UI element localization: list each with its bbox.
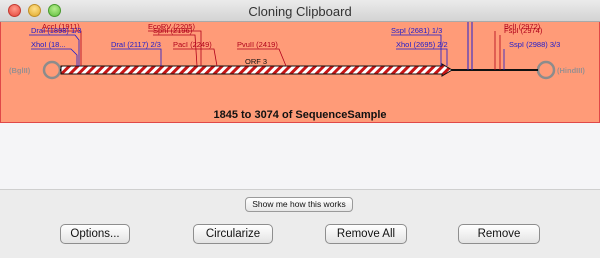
site-label-pacI[interactable]: PacI (2249): [173, 40, 212, 49]
orf-label: ORF 3: [245, 57, 267, 66]
circularize-button[interactable]: Circularize: [193, 224, 273, 244]
cloning-clipboard-window: Cloning Clipboard (BglII) (HindIII) ORF …: [0, 0, 600, 258]
sequence-range-title: 1845 to 3074 of SequenceSample: [213, 109, 387, 121]
remove-button[interactable]: Remove: [458, 224, 540, 244]
title-bar: Cloning Clipboard: [0, 0, 600, 22]
right-end-circle-icon: [536, 60, 556, 80]
remove-all-button[interactable]: Remove All: [325, 224, 407, 244]
left-end-label: (BglII): [9, 66, 31, 75]
site-label-sspI-2681[interactable]: SspI (2681) 1/3: [391, 26, 442, 35]
site-label-draI-1898[interactable]: DraI (1898) 1/3: [31, 26, 81, 35]
left-end-circle-icon: [42, 60, 62, 80]
site-label-sphI[interactable]: SphI (2196): [153, 26, 193, 35]
fragment-map-graphic: (BglII) (HindIII) ORF 3 AccI (1911) DraI…: [9, 22, 585, 80]
site-label-pvuII[interactable]: PvuII (2419): [237, 40, 278, 49]
right-end-label: (HindIII): [557, 66, 585, 75]
clipboard-list-area[interactable]: [0, 123, 600, 190]
site-label-xhoI-18[interactable]: XhoI (18...: [31, 40, 66, 49]
fragment-map[interactable]: (BglII) (HindIII) ORF 3 AccI (1911) DraI…: [0, 22, 600, 123]
draI-2117-leader: [111, 48, 162, 66]
options-button[interactable]: Options...: [60, 224, 130, 244]
xhoI-2695-leader: [396, 48, 448, 66]
site-label-fspI[interactable]: FspI (2974): [504, 26, 543, 35]
window-title: Cloning Clipboard: [248, 4, 352, 19]
site-label-draI-2117[interactable]: DraI (2117) 2/3: [111, 40, 161, 49]
site-label-xhoI-2695[interactable]: XhoI (2695) 2/2: [396, 40, 448, 49]
show-how-it-works-button[interactable]: Show me how this works: [245, 197, 353, 212]
pacI-leader: [173, 48, 218, 67]
site-label-sspI-2988[interactable]: SspI (2988) 3/3: [509, 40, 560, 49]
